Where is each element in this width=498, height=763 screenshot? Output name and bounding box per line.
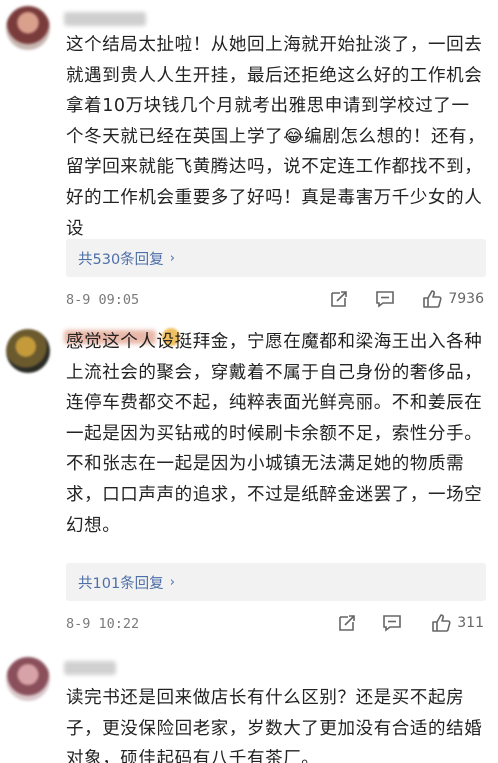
username-blurred[interactable]	[64, 661, 116, 675]
comment-date: 8-9 09:05	[66, 292, 140, 308]
chevron-right-icon: ›	[169, 574, 175, 590]
comment-footer: 8-9 10:22 311	[66, 612, 490, 636]
share-icon[interactable]	[328, 288, 350, 310]
avatar[interactable]	[6, 329, 50, 373]
like-icon[interactable]	[421, 288, 443, 310]
share-icon[interactable]	[336, 612, 358, 634]
comment-feed: 这个结局太扯啦！从她回上海就开始扯淡了，一回去就遇到贵人人生开挂，最后还拒绝这么…	[0, 0, 498, 763]
comment-3: 读完书还是回来做店长有什么区别？还是买不起房子，更没保险回老家，岁数大了更加没有…	[0, 645, 498, 763]
comment-date: 8-9 10:22	[66, 616, 140, 632]
replies-count: 共530条回复	[78, 251, 164, 268]
avatar[interactable]	[6, 657, 50, 701]
comment-2: 感觉这个人设挺拜金，宁愿在魔都和梁海王出入各种上流社会的聚会，穿戴着不属于自己身…	[0, 315, 498, 645]
view-replies-button[interactable]: 共530条回复 ›	[66, 239, 486, 277]
view-replies-button[interactable]: 共101条回复 ›	[66, 563, 486, 601]
comment-icon[interactable]	[374, 288, 396, 310]
like-icon[interactable]	[430, 612, 452, 634]
avatar[interactable]	[6, 6, 50, 50]
comment-text: 这个结局太扯啦！从她回上海就开始扯淡了，一回去就遇到贵人人生开挂，最后还拒绝这么…	[66, 35, 486, 239]
like-count: 311	[457, 615, 484, 631]
comment-1: 这个结局太扯啦！从她回上海就开始扯淡了，一回去就遇到贵人人生开挂，最后还拒绝这么…	[0, 0, 498, 315]
like-count: 7936	[448, 291, 484, 307]
comment-footer: 8-9 09:05 7936	[66, 288, 490, 312]
chevron-right-icon: ›	[169, 250, 175, 266]
comment-icon[interactable]	[381, 612, 403, 634]
username-blurred[interactable]	[64, 12, 146, 26]
replies-count: 共101条回复	[78, 575, 164, 592]
comment-text: 读完书还是回来做店长有什么区别？还是买不起房子，更没保险回老家，岁数大了更加没有…	[66, 688, 483, 763]
comment-text: 感觉这个人设挺拜金，宁愿在魔都和梁海王出入各种上流社会的聚会，穿戴着不属于自己身…	[66, 332, 483, 536]
